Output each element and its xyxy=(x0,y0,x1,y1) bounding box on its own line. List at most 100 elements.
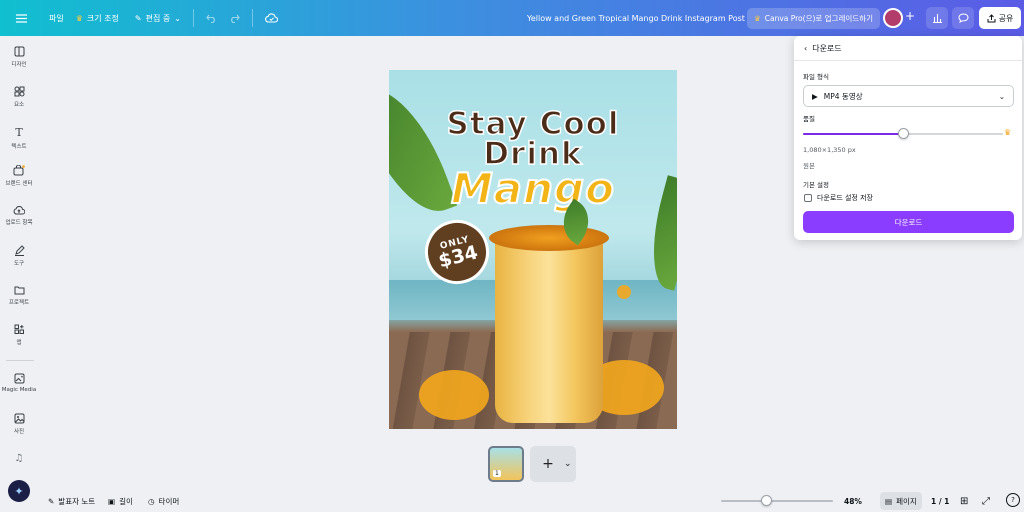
save-settings-label: 다운로드 설정 저장 xyxy=(817,194,873,202)
invite-plus-button[interactable]: + xyxy=(905,9,915,23)
file-menu[interactable]: 파일 xyxy=(43,6,70,30)
sidebar-item-magic-media[interactable]: Magic Media xyxy=(0,373,38,393)
zoom-slider-handle[interactable] xyxy=(760,495,772,506)
download-panel: ‹ 다운로드 파일 형식 ▶ MP4 동영상 ⌄ 품질 ♛ 1,080×1,35… xyxy=(794,36,1022,240)
notes-icon: ✎ xyxy=(48,496,55,506)
plus-icon: + xyxy=(542,456,554,472)
sidebar-item-label: 앱 xyxy=(16,340,22,346)
page-count[interactable]: 1 / 1 xyxy=(931,492,949,510)
sidebar-divider xyxy=(6,360,34,361)
original-label: 원본 xyxy=(803,162,815,170)
notes-button[interactable]: ✎ 발표자 노트 xyxy=(48,492,95,510)
brand-icon xyxy=(13,165,25,176)
photo-icon xyxy=(14,413,24,424)
upload-cloud-icon xyxy=(13,206,25,215)
add-page-button[interactable]: + ⌄ xyxy=(530,446,576,482)
save-settings-option[interactable]: 다운로드 설정 저장 xyxy=(804,193,873,203)
resize-label: 크기 조정 xyxy=(86,13,119,23)
page-number-badge: 1 xyxy=(493,470,501,477)
quality-slider-handle[interactable] xyxy=(898,128,909,139)
sidebar-item-photos[interactable]: 사진 xyxy=(0,413,38,435)
chevron-left-icon: ‹ xyxy=(804,44,808,53)
share-button[interactable]: 공유 xyxy=(979,7,1021,29)
folder-icon xyxy=(14,286,24,295)
download-panel-back[interactable]: ‹ 다운로드 xyxy=(804,43,842,54)
sidebar-item-text[interactable]: T 텍스트 xyxy=(0,126,38,150)
apps-icon xyxy=(14,324,24,334)
sidebar-item-uploads[interactable]: 업로드 항목 xyxy=(0,205,38,226)
notes-label: 발표자 노트 xyxy=(58,496,96,506)
redo-button[interactable] xyxy=(223,6,246,30)
mango-topping xyxy=(489,225,609,251)
sidebar-item-label: 프로젝트 xyxy=(8,300,30,306)
chevron-down-icon: ⌄ xyxy=(174,13,181,23)
play-box-icon: ▣ xyxy=(108,496,116,506)
sidebar-item-label: 도구 xyxy=(13,261,25,267)
sidebar-item-music[interactable]: ♫ xyxy=(0,453,38,464)
page-thumbnail[interactable]: 1 xyxy=(488,446,524,482)
crown-icon: ♛ xyxy=(75,13,83,23)
file-type-select[interactable]: ▶ MP4 동영상 ⌄ xyxy=(803,85,1014,107)
design-canvas[interactable]: Stay Cool Drink Mango ONLY $34 xyxy=(389,70,677,429)
undo-button[interactable] xyxy=(200,6,223,30)
left-sidebar: 디자인 요소 T 텍스트 브랜드 센터 업로드 항목 도구 프로젝트 앱 Mag… xyxy=(0,36,38,512)
bar-chart-icon xyxy=(932,14,942,23)
sidebar-item-label: 텍스트 xyxy=(11,144,27,150)
headline-line-3: Mango xyxy=(450,163,615,214)
save-settings-checkbox[interactable] xyxy=(804,194,812,202)
hamburger-icon xyxy=(16,13,27,23)
edit-mode-label: 편집 중 xyxy=(145,13,171,23)
cloud-save-status[interactable] xyxy=(259,6,284,30)
quality-slider-fill xyxy=(803,133,903,135)
sidebar-item-draw[interactable]: 도구 xyxy=(0,245,38,267)
sparkle-icon: ✦ xyxy=(14,484,24,498)
sidebar-item-elements[interactable]: 요소 xyxy=(0,86,38,108)
basic-settings-label: 기본 설정 xyxy=(803,181,829,189)
file-menu-label: 파일 xyxy=(49,13,64,23)
upgrade-label: Canva Pro(으)로 업그레이드하기 xyxy=(764,14,873,23)
zoom-value[interactable]: 48% xyxy=(844,492,862,510)
zoom-slider-track[interactable] xyxy=(721,500,833,502)
video-icon: ▶ xyxy=(812,91,818,101)
shapes-icon xyxy=(14,86,24,97)
sidebar-item-label: 디자인 xyxy=(11,62,27,68)
sidebar-item-apps[interactable]: 앱 xyxy=(0,324,38,346)
toolbar-divider xyxy=(192,9,194,27)
grid-icon: ⊞ xyxy=(960,495,969,507)
resize-button[interactable]: ♛ 크기 조정 xyxy=(70,6,125,30)
comment-icon xyxy=(957,13,969,23)
fullscreen-button[interactable]: ⤢ xyxy=(982,492,990,510)
page-view-icon: ▤ xyxy=(885,496,893,506)
grid-view-button[interactable]: ⊞ xyxy=(960,492,968,510)
redo-icon xyxy=(231,14,240,23)
layout-icon xyxy=(14,46,24,57)
mango-drink-glass xyxy=(495,238,603,423)
sidebar-item-brand[interactable]: 브랜드 센터 xyxy=(0,165,38,187)
comments-button[interactable] xyxy=(952,7,974,29)
sidebar-item-design[interactable]: 디자인 xyxy=(0,46,38,68)
help-button[interactable]: ? xyxy=(1006,493,1020,507)
magic-assistant-button[interactable]: ✦ xyxy=(8,480,30,502)
share-upload-icon xyxy=(987,13,996,22)
menu-button[interactable] xyxy=(10,6,33,30)
page-view-button[interactable]: ▤ 페이지 xyxy=(880,492,922,510)
insights-button[interactable] xyxy=(926,7,948,29)
sidebar-item-label: 업로드 항목 xyxy=(5,220,33,226)
juice-splash xyxy=(419,370,489,420)
upgrade-button[interactable]: ♛ Canva Pro(으)로 업그레이드하기 xyxy=(747,8,880,29)
sidebar-item-label: 사진 xyxy=(13,429,25,435)
sidebar-item-label: 요소 xyxy=(13,102,25,108)
share-label: 공유 xyxy=(998,13,1014,23)
download-button[interactable]: 다운로드 xyxy=(803,211,1014,233)
page-view-label: 페이지 xyxy=(896,496,917,506)
timer-label: 타이머 xyxy=(158,496,180,506)
chevron-down-icon: ⌄ xyxy=(564,459,572,469)
timer-button[interactable]: ◷ 타이머 xyxy=(148,492,179,510)
avatar[interactable] xyxy=(883,8,903,28)
edit-mode-dropdown[interactable]: ✎ 편집 중 ⌄ xyxy=(129,6,187,30)
sidebar-item-projects[interactable]: 프로젝트 xyxy=(0,285,38,306)
duration-button[interactable]: ▣ 길이 xyxy=(108,492,133,510)
toolbar-divider xyxy=(251,9,253,27)
design-title[interactable]: Yellow and Green Tropical Mango Drink In… xyxy=(527,0,745,36)
crown-icon: ♛ xyxy=(754,14,761,23)
